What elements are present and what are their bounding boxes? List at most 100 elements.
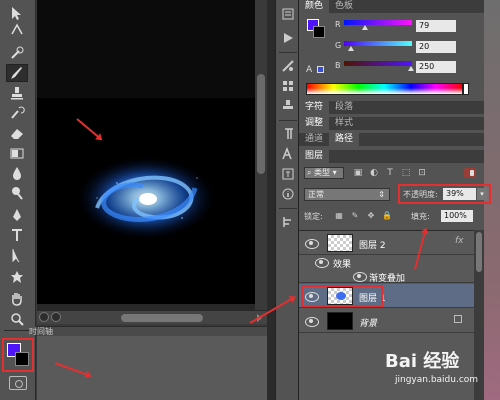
b-value-input[interactable]: 250 (416, 61, 456, 73)
b-label: B (335, 61, 341, 70)
gradient-overlay-label: 渐变叠加 (369, 274, 406, 284)
b-slider[interactable] (344, 61, 414, 71)
lock-label: 锁定: (304, 212, 323, 221)
filter-smart-object-icon[interactable]: ⊡ (416, 167, 428, 179)
g-slider-thumb[interactable] (348, 46, 354, 51)
layer-row-background[interactable]: 背景 (299, 309, 474, 333)
quick-mask-icon[interactable] (9, 376, 27, 390)
tab-channels[interactable]: 通道 (299, 133, 329, 146)
paragraph-icon[interactable] (280, 126, 296, 142)
clone-source-icon[interactable] (280, 98, 296, 114)
tab-paragraph[interactable]: 段落 (329, 101, 359, 114)
vertical-scroll-thumb[interactable] (257, 74, 265, 174)
tool-presets-icon[interactable] (280, 58, 296, 74)
fill-input[interactable]: 100% (441, 210, 473, 222)
out-of-gamut-warning-icon[interactable]: A (306, 65, 312, 75)
timeline-icon[interactable] (280, 214, 296, 230)
tab-styles[interactable]: 样式 (329, 117, 359, 130)
blend-mode-select[interactable]: 正常 ⇕ (304, 188, 390, 201)
opacity-input[interactable]: 39% (443, 188, 476, 200)
pen-tool-icon[interactable] (6, 206, 28, 224)
web-safe-color-swatch[interactable] (317, 66, 324, 73)
horizontal-scroll-thumb[interactable] (121, 314, 203, 322)
next-frame-icon[interactable] (51, 312, 61, 322)
gradient-tool-icon[interactable] (6, 144, 28, 162)
glyphs-icon[interactable] (280, 166, 296, 182)
move-tool-icon[interactable] (6, 4, 28, 22)
history-brush-tool-icon[interactable] (6, 104, 28, 122)
opacity-label: 不透明度: (403, 190, 438, 199)
layer-row-layer-1[interactable]: 图层 1 (299, 284, 474, 308)
canvas-top-region (37, 0, 255, 98)
brush-presets-icon[interactable] (280, 78, 296, 94)
visibility-eye-icon[interactable] (353, 272, 367, 282)
layer-name[interactable]: 背景 (359, 316, 377, 329)
lock-all-icon[interactable]: 🔒 (382, 211, 392, 221)
lock-image-icon[interactable]: ✎ (350, 211, 360, 221)
eraser-tool-icon[interactable] (6, 124, 28, 142)
visibility-eye-icon[interactable] (305, 239, 319, 249)
r-label: R (335, 20, 341, 29)
background-color-swatch[interactable] (15, 352, 29, 366)
filter-pixel-icon[interactable]: ▣ (352, 167, 364, 179)
stamp-tool-icon[interactable] (6, 84, 28, 102)
tab-character[interactable]: 字符 (299, 101, 330, 114)
collapsed-panel-dock (275, 0, 299, 400)
tab-paths[interactable]: 路径 (329, 133, 360, 146)
tab-layers[interactable]: 图层 (299, 150, 330, 163)
g-slider[interactable] (344, 41, 412, 51)
tab-adjustments[interactable]: 调整 (299, 117, 330, 130)
g-value-input[interactable]: 20 (416, 41, 456, 53)
b-slider-thumb[interactable] (408, 66, 414, 71)
type-tool-icon[interactable] (6, 226, 28, 244)
dock-divider (279, 208, 297, 209)
white-swatch[interactable] (463, 83, 469, 95)
blur-tool-icon[interactable] (6, 164, 28, 182)
layer-highlight (301, 285, 383, 307)
layers-scroll-thumb[interactable] (476, 232, 482, 272)
color-spectrum-ramp[interactable] (306, 83, 463, 95)
lock-transparent-icon[interactable]: ▦ (334, 211, 344, 221)
prev-frame-icon[interactable] (39, 312, 49, 322)
effects-badge-icon[interactable]: fx (455, 236, 464, 246)
effects-row[interactable]: 效果 (299, 255, 474, 270)
history-icon[interactable] (280, 6, 296, 22)
layer-name[interactable]: 图层 2 (359, 238, 386, 251)
layer-row-layer-2[interactable]: 图层 2 fx (299, 231, 474, 255)
r-value-input[interactable]: 79 (416, 20, 456, 32)
quick-selection-tool-icon[interactable] (6, 44, 28, 62)
gradient-overlay-row[interactable]: 渐变叠加 (299, 269, 474, 284)
frame-nav[interactable] (39, 312, 63, 324)
galaxy-image (76, 156, 216, 240)
r-slider-thumb[interactable] (362, 25, 368, 30)
opacity-dropdown-icon[interactable]: ▾ (477, 188, 487, 200)
path-selection-tool-icon[interactable] (6, 246, 28, 264)
visibility-eye-icon[interactable] (305, 317, 319, 327)
filter-kind-select[interactable]: ⌕ 类型 ▾ (304, 167, 344, 179)
actions-play-icon[interactable] (280, 30, 296, 46)
dodge-tool-icon[interactable] (6, 184, 28, 202)
layer-thumbnail (327, 234, 353, 252)
filter-toggle-switch[interactable] (464, 168, 476, 178)
info-icon[interactable] (280, 186, 296, 202)
color-panel-background-swatch[interactable] (313, 26, 325, 38)
document-canvas[interactable] (37, 98, 255, 304)
visibility-eye-icon[interactable] (315, 258, 329, 268)
lasso-tool-icon[interactable] (6, 22, 28, 40)
horizontal-scrollbar[interactable] (37, 310, 267, 324)
vertical-scrollbar[interactable] (255, 0, 267, 310)
tab-swatches[interactable]: 色板 (329, 0, 359, 13)
tab-color[interactable]: 颜色 (299, 0, 330, 13)
r-slider[interactable] (344, 20, 412, 30)
hand-tool-icon[interactable] (6, 290, 28, 308)
lock-position-icon[interactable]: ✥ (366, 211, 376, 221)
zoom-tool-icon[interactable] (6, 310, 28, 328)
filter-shape-icon[interactable]: ⬚ (400, 167, 412, 179)
custom-shape-tool-icon[interactable] (6, 268, 28, 286)
character-icon[interactable] (280, 146, 296, 162)
timeline-header[interactable]: 时间轴 (29, 326, 267, 336)
color-swatch-highlight[interactable] (2, 338, 34, 372)
brush-tool-icon[interactable] (6, 64, 28, 82)
filter-adjustment-icon[interactable]: ◐ (368, 167, 380, 179)
filter-type-icon[interactable]: T (384, 167, 396, 179)
